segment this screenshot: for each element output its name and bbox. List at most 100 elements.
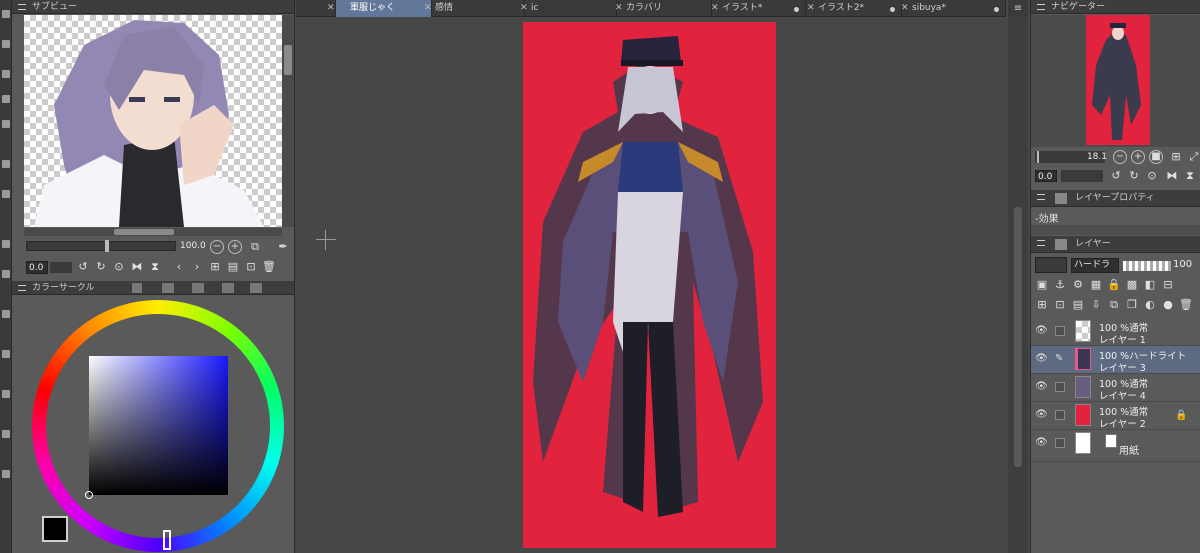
- move-tool-icon[interactable]: [2, 160, 10, 168]
- zoom-value[interactable]: 100.0: [178, 240, 208, 253]
- subview-hscrollbar[interactable]: [24, 228, 282, 236]
- layer-row-2[interactable]: 👁 100 %通常 レイヤー 2 🔒: [1031, 402, 1200, 430]
- visibility-eye-icon[interactable]: 👁: [1035, 410, 1048, 420]
- navigator-zoom-in-icon[interactable]: +: [1131, 150, 1145, 164]
- layer-checkbox[interactable]: [1055, 326, 1065, 336]
- menu-icon[interactable]: [1037, 240, 1045, 246]
- eyedropper-tool-icon[interactable]: [2, 470, 10, 478]
- layer-row-paper[interactable]: 👁 用紙: [1031, 430, 1200, 462]
- new-folder-icon[interactable]: ▤: [1071, 298, 1085, 312]
- tab-document-1[interactable]: 軍服じゃく: [336, 0, 432, 17]
- ruler-display-icon[interactable]: ⊟: [1161, 278, 1175, 292]
- navigator-preview[interactable]: [1031, 15, 1200, 147]
- navigator-reset-rotation-icon[interactable]: ⊙: [1145, 169, 1159, 183]
- saturation-value-square[interactable]: [89, 356, 228, 495]
- menu-icon[interactable]: [1037, 4, 1045, 10]
- balloon-tool-icon[interactable]: [2, 390, 10, 398]
- navigator-actual-size-icon[interactable]: ■: [1149, 150, 1163, 164]
- marker-tool-icon[interactable]: [2, 95, 10, 103]
- color-set-tab-icon[interactable]: [162, 283, 174, 293]
- new-raster-layer-icon[interactable]: ⊞: [1035, 298, 1049, 312]
- navigator-angle-slider[interactable]: [1061, 170, 1103, 182]
- reset-rotation-icon[interactable]: ⊙: [112, 260, 126, 274]
- next-image-icon[interactable]: ›: [190, 260, 204, 274]
- new-vector-layer-icon[interactable]: ⊡: [1053, 298, 1067, 312]
- navigator-rotate-right-icon[interactable]: ↻: [1127, 169, 1141, 183]
- subview-scrollbar[interactable]: [282, 15, 294, 227]
- lock-layer-icon[interactable]: 🔒: [1107, 278, 1121, 292]
- angle-field[interactable]: 0.0: [26, 261, 48, 274]
- navigator-fit-icon[interactable]: ⊞: [1169, 150, 1183, 164]
- layer-checkbox[interactable]: [1055, 410, 1065, 420]
- visibility-eye-icon[interactable]: 👁: [1035, 382, 1048, 392]
- blend-color-dropdown[interactable]: [1035, 257, 1067, 273]
- tab-document-5[interactable]: ✕ イラスト*: [708, 0, 806, 17]
- reference-layer-icon[interactable]: ⚓: [1053, 278, 1067, 292]
- layer-checkbox[interactable]: [1055, 382, 1065, 392]
- delete-image-icon[interactable]: 🗑: [262, 260, 276, 274]
- opacity-value[interactable]: 100: [1173, 259, 1192, 270]
- blend-tool-icon[interactable]: [2, 240, 10, 248]
- tab-list-icon[interactable]: ≡: [1008, 0, 1028, 17]
- select-tool-icon[interactable]: [2, 190, 10, 198]
- angle-slider[interactable]: [50, 262, 72, 273]
- visibility-eye-icon[interactable]: 👁: [1035, 438, 1048, 448]
- fill-tool-icon[interactable]: [2, 120, 10, 128]
- tab-document-3[interactable]: ✕ ic: [517, 0, 617, 17]
- import-image-icon[interactable]: ⊡: [244, 260, 258, 274]
- rotate-right-icon[interactable]: ↻: [94, 260, 108, 274]
- eyedropper-icon[interactable]: ✒: [276, 240, 290, 254]
- clip-layer-icon[interactable]: ▣: [1035, 278, 1049, 292]
- navigator-zoom-value[interactable]: 18.1: [1081, 151, 1107, 163]
- create-mask-icon[interactable]: ●: [1161, 298, 1175, 312]
- visibility-eye-icon[interactable]: 👁: [1035, 354, 1048, 364]
- fit-window-icon[interactable]: ⧉: [248, 240, 262, 254]
- layer-property-tab-icon[interactable]: [1055, 193, 1067, 204]
- navigator-rotate-left-icon[interactable]: ↺: [1109, 169, 1123, 183]
- ruler-tool-icon[interactable]: [2, 310, 10, 318]
- menu-icon[interactable]: [1037, 194, 1045, 200]
- main-color-swatch[interactable]: [42, 516, 68, 542]
- color-picker-marker[interactable]: [85, 491, 93, 499]
- layer-checkbox[interactable]: [1055, 438, 1065, 448]
- text-tool-icon[interactable]: [2, 350, 10, 358]
- layer-color-icon[interactable]: ▦: [1089, 278, 1103, 292]
- tab-document-4[interactable]: ✕ カラバリ: [612, 0, 712, 17]
- previous-image-icon[interactable]: ‹: [172, 260, 186, 274]
- layer-row-4[interactable]: 👁 100 %通常 レイヤー 4: [1031, 374, 1200, 402]
- tab-document-2[interactable]: ✕ 感情: [421, 0, 525, 17]
- menu-icon[interactable]: [18, 4, 26, 10]
- layer-row-3-selected[interactable]: 👁 ✎ 100 %ハードライト レイヤー 3: [1031, 346, 1200, 374]
- figure-tool-icon[interactable]: [2, 270, 10, 278]
- navigator-angle-field[interactable]: 0.0: [1035, 170, 1057, 182]
- canvas-vertical-scrollbar[interactable]: [1008, 17, 1028, 553]
- history-tab-icon[interactable]: [250, 283, 262, 293]
- merge-layer-icon[interactable]: ⧉: [1107, 298, 1121, 312]
- brush-tool-icon[interactable]: [2, 40, 10, 48]
- lock-transparent-icon[interactable]: ▩: [1125, 278, 1139, 292]
- tab-document-6[interactable]: ✕ イラスト2*: [804, 0, 902, 17]
- approximate-color-tab-icon[interactable]: [222, 283, 234, 293]
- layer-row-1[interactable]: 👁 100 %通常 レイヤー 1: [1031, 318, 1200, 346]
- navigator-flip-h-icon[interactable]: ⧓: [1165, 169, 1179, 183]
- mask-icon[interactable]: ◐: [1143, 298, 1157, 312]
- eraser-tool-icon[interactable]: [2, 70, 10, 78]
- zoom-out-icon[interactable]: −: [210, 240, 224, 254]
- navigator-expand-icon[interactable]: ⤢: [1187, 150, 1200, 164]
- menu-icon[interactable]: [18, 285, 26, 291]
- zoom-slider[interactable]: [26, 240, 176, 252]
- rotate-left-icon[interactable]: ↺: [76, 260, 90, 274]
- pen-tool-icon[interactable]: [2, 10, 10, 18]
- image-list-icon[interactable]: ⊞: [208, 260, 222, 274]
- delete-layer-icon[interactable]: 🗑: [1179, 298, 1193, 312]
- navigator-zoom-out-icon[interactable]: −: [1113, 150, 1127, 164]
- mask-enable-icon[interactable]: ◧: [1143, 278, 1157, 292]
- open-image-icon[interactable]: ▤: [226, 260, 240, 274]
- tab-close-first[interactable]: ✕: [324, 0, 336, 17]
- flip-horizontal-icon[interactable]: ⧓: [130, 260, 144, 274]
- opacity-slider[interactable]: [1123, 261, 1171, 271]
- blend-mode-dropdown[interactable]: ハードラ: [1071, 258, 1119, 273]
- color-slider-tab-icon[interactable]: [132, 283, 142, 293]
- transfer-down-icon[interactable]: ⇩: [1089, 298, 1103, 312]
- layer-tab-icon[interactable]: [1055, 239, 1067, 250]
